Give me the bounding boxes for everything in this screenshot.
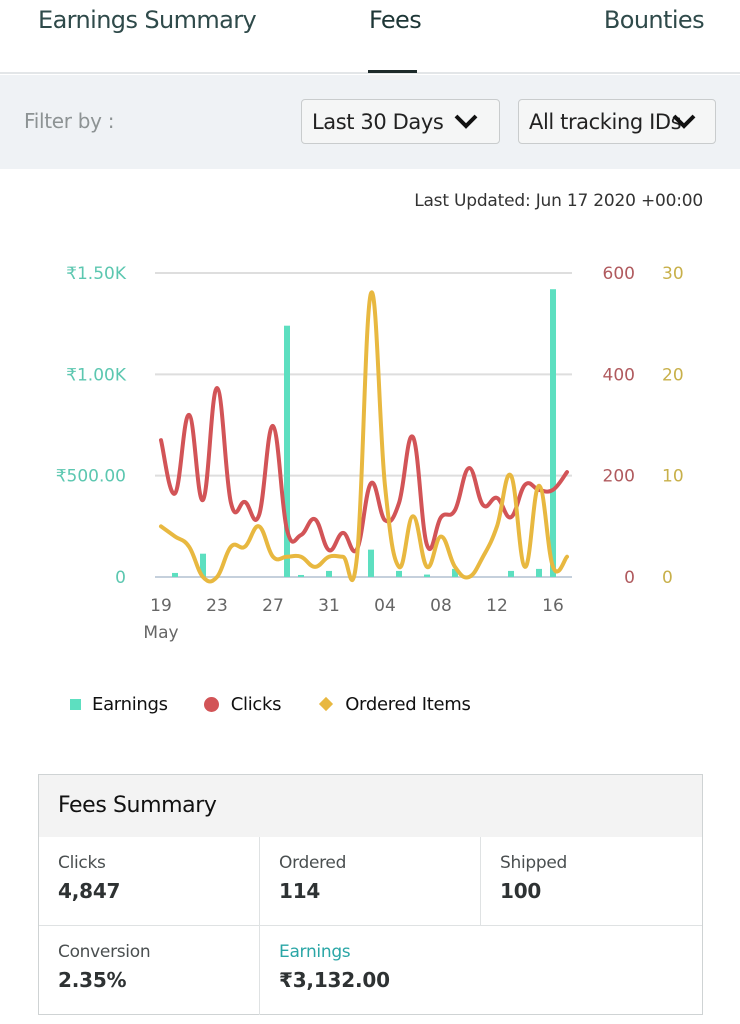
earnings-bar	[172, 572, 178, 577]
earnings-bar	[508, 570, 514, 577]
earnings-bar	[298, 574, 304, 577]
y-clicks-tick-label: 400	[603, 365, 635, 385]
x-month-label: May	[143, 623, 178, 643]
ordered-label: Ordered	[279, 853, 347, 873]
legend-ordered-items[interactable]: Ordered Items	[317, 693, 471, 715]
x-tick-label: 27	[262, 596, 284, 616]
earnings-bar	[424, 574, 430, 577]
legend-clicks-label: Clicks	[230, 693, 282, 715]
legend-earnings[interactable]: Earnings	[70, 694, 168, 715]
x-tick-label: 16	[542, 596, 564, 616]
chart-legend: Earnings Clicks Ordered Items	[70, 692, 507, 716]
tracking-id-value: All tracking IDs	[529, 110, 682, 134]
conversion-value: 2.35%	[58, 968, 127, 992]
legend-earnings-label: Earnings	[92, 693, 168, 715]
ordered-value: 114	[279, 879, 321, 903]
earnings-bar	[368, 549, 374, 577]
conversion-label: Conversion	[58, 942, 151, 962]
x-tick-label: 19	[150, 596, 172, 616]
tracking-id-select[interactable]: All tracking IDs	[518, 99, 716, 144]
clicks-label: Clicks	[58, 853, 106, 873]
ordered-items-swatch-icon	[319, 696, 334, 712]
y-left-tick-label: ₹1.50K	[66, 264, 127, 284]
last-updated-text: Last Updated: Jun 17 2020 +00:00	[414, 191, 703, 211]
fees-summary-card: Fees Summary Clicks 4,847 Ordered 114 Sh…	[38, 774, 703, 1015]
summary-clicks: Clicks 4,847	[39, 837, 260, 926]
earnings-bar	[396, 570, 402, 577]
y-left-tick-label: ₹500.00	[56, 467, 126, 487]
y-left-tick-label: 0	[115, 568, 126, 588]
tab-bounties[interactable]: Bounties	[604, 6, 705, 34]
summary-earnings: Earnings ₹3,132.00	[260, 926, 702, 1015]
earnings-value: ₹3,132.00	[279, 968, 390, 992]
y-clicks-tick-label: 0	[624, 568, 635, 588]
filter-bar: Filter by : Last 30 Days All tracking ID…	[0, 75, 740, 169]
earnings-bar	[550, 289, 556, 577]
tab-earnings-summary[interactable]: Earnings Summary	[38, 6, 257, 34]
y-left-tick-label: ₹1.00K	[66, 365, 127, 385]
filter-label: Filter by :	[24, 109, 115, 133]
earnings-bar	[326, 570, 332, 577]
legend-ordered-items-label: Ordered Items	[345, 693, 471, 715]
ordered-items-line	[159, 290, 569, 584]
fees-summary-title: Fees Summary	[39, 775, 702, 837]
y-ordered-tick-label: 10	[662, 467, 684, 487]
earnings-swatch-icon	[70, 698, 81, 710]
y-ordered-tick-label: 20	[662, 365, 684, 385]
earnings-bar	[536, 568, 542, 577]
active-tab-indicator	[368, 70, 417, 73]
summary-shipped: Shipped 100	[481, 837, 702, 926]
y-clicks-tick-label: 600	[603, 264, 635, 284]
date-range-select[interactable]: Last 30 Days	[301, 99, 500, 144]
x-tick-label: 23	[206, 596, 228, 616]
shipped-value: 100	[500, 879, 542, 903]
y-ordered-tick-label: 30	[662, 264, 684, 284]
chevron-down-icon	[454, 114, 478, 129]
x-tick-label: 31	[318, 596, 340, 616]
tab-fees[interactable]: Fees	[369, 6, 422, 34]
y-clicks-tick-label: 200	[603, 467, 635, 487]
chevron-down-icon	[672, 114, 696, 129]
earnings-link[interactable]: Earnings	[279, 942, 702, 962]
date-range-value: Last 30 Days	[312, 110, 444, 134]
summary-conversion: Conversion 2.35%	[39, 926, 260, 1015]
x-tick-label: 12	[486, 596, 508, 616]
x-tick-label: 04	[374, 596, 396, 616]
clicks-swatch-icon	[203, 696, 219, 712]
y-ordered-tick-label: 0	[662, 568, 673, 588]
legend-clicks[interactable]: Clicks	[203, 693, 282, 715]
fees-summary-grid: Clicks 4,847 Ordered 114 Shipped 100 Con…	[39, 837, 702, 1015]
fees-chart: 0 0 0 ₹500.00 200 10 ₹1.00K 400 20 ₹1.50K 600 30 19 2…	[56, 264, 684, 643]
x-tick-label: 08	[430, 596, 452, 616]
tab-bar: Earnings Summary Fees Bounties	[0, 0, 740, 74]
summary-ordered: Ordered 114	[260, 837, 481, 926]
clicks-value: 4,847	[58, 879, 121, 903]
shipped-label: Shipped	[500, 853, 568, 873]
